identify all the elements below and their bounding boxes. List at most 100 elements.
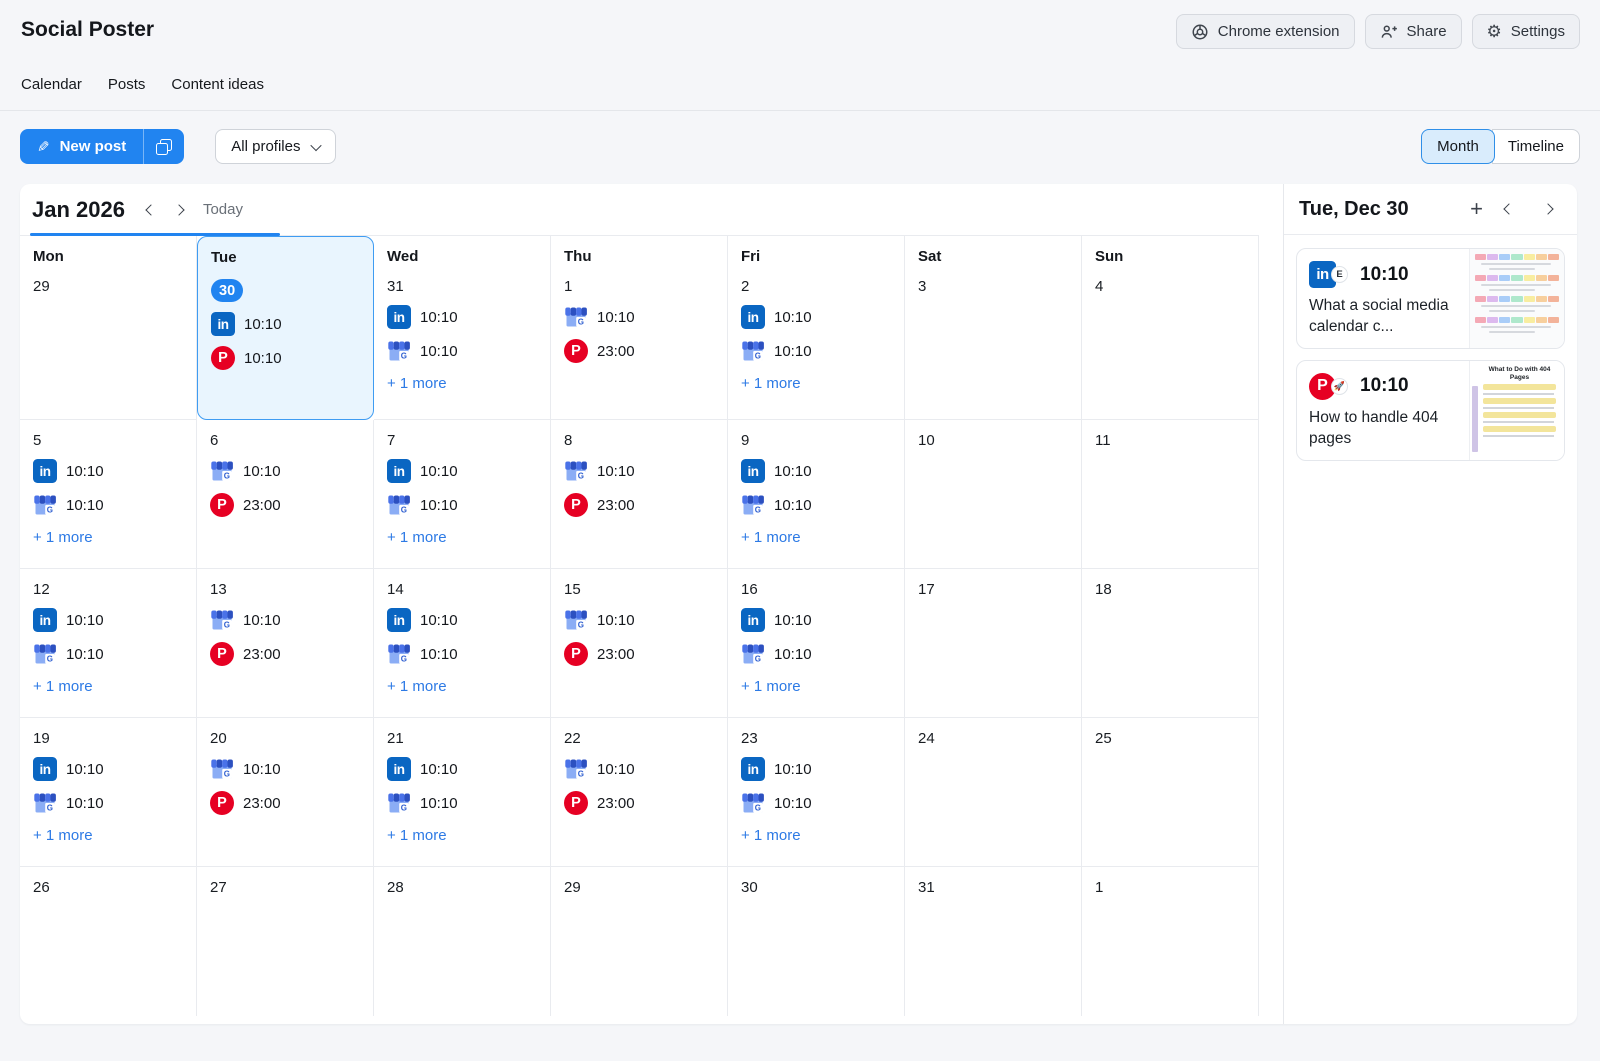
- day-cell-19[interactable]: 19in10:10G10:10+ 1 more: [20, 718, 197, 867]
- scheduled-event[interactable]: P10:10: [211, 346, 363, 370]
- scheduled-event[interactable]: in10:10: [741, 459, 894, 483]
- day-cell-31[interactable]: Wed31in10:10G10:10+ 1 more: [374, 236, 551, 420]
- more-events-link[interactable]: + 1 more: [741, 678, 894, 695]
- today-button[interactable]: Today: [203, 201, 243, 218]
- day-cell-30[interactable]: Tue30in10:10P10:10: [197, 236, 374, 420]
- day-cell-7[interactable]: 7in10:10G10:10+ 1 more: [374, 420, 551, 569]
- day-cell-1[interactable]: 1: [1082, 867, 1259, 1016]
- day-cell-26[interactable]: 26: [20, 867, 197, 1016]
- day-cell-21[interactable]: 21in10:10G10:10+ 1 more: [374, 718, 551, 867]
- prev-month-button[interactable]: [137, 196, 165, 224]
- tab-calendar[interactable]: Calendar: [21, 76, 82, 93]
- next-month-button[interactable]: [165, 196, 193, 224]
- scheduled-event[interactable]: G10:10: [741, 493, 894, 517]
- scheduled-event[interactable]: in10:10: [211, 312, 363, 336]
- scheduled-event[interactable]: G10:10: [33, 791, 186, 815]
- scheduled-event[interactable]: G10:10: [741, 791, 894, 815]
- scheduled-event[interactable]: G10:10: [33, 642, 186, 666]
- more-events-link[interactable]: + 1 more: [33, 529, 186, 546]
- scheduled-event[interactable]: in10:10: [387, 608, 540, 632]
- day-cell-18[interactable]: 18: [1082, 569, 1259, 718]
- scheduled-event[interactable]: G10:10: [387, 493, 540, 517]
- scheduled-event[interactable]: G10:10: [33, 493, 186, 517]
- scheduled-event[interactable]: G10:10: [210, 757, 363, 781]
- more-events-link[interactable]: + 1 more: [741, 529, 894, 546]
- scheduled-event[interactable]: G10:10: [564, 459, 717, 483]
- tab-posts[interactable]: Posts: [108, 76, 146, 93]
- day-cell-11[interactable]: 11: [1082, 420, 1259, 569]
- more-events-link[interactable]: + 1 more: [33, 678, 186, 695]
- scheduled-event[interactable]: in10:10: [33, 608, 186, 632]
- settings-button[interactable]: ⚙ Settings: [1472, 14, 1580, 49]
- prev-day-button[interactable]: [1496, 196, 1522, 222]
- scheduled-event[interactable]: in10:10: [387, 305, 540, 329]
- scheduled-event[interactable]: in10:10: [387, 459, 540, 483]
- day-cell-15[interactable]: 15G10:10P23:00: [551, 569, 728, 718]
- more-events-link[interactable]: + 1 more: [741, 375, 894, 392]
- day-cell-2[interactable]: Fri2in10:10G10:10+ 1 more: [728, 236, 905, 420]
- day-cell-28[interactable]: 28: [374, 867, 551, 1016]
- scheduled-event[interactable]: P23:00: [564, 642, 717, 666]
- day-cell-6[interactable]: 6G10:10P23:00: [197, 420, 374, 569]
- more-events-link[interactable]: + 1 more: [387, 678, 540, 695]
- scheduled-event[interactable]: P23:00: [564, 339, 717, 363]
- day-cell-22[interactable]: 22G10:10P23:00: [551, 718, 728, 867]
- scheduled-event[interactable]: G10:10: [210, 459, 363, 483]
- day-cell-12[interactable]: 12in10:10G10:10+ 1 more: [20, 569, 197, 718]
- scheduled-event[interactable]: in10:10: [33, 459, 186, 483]
- scheduled-event[interactable]: in10:10: [741, 757, 894, 781]
- day-cell-25[interactable]: 25: [1082, 718, 1259, 867]
- more-events-link[interactable]: + 1 more: [387, 827, 540, 844]
- day-cell-5[interactable]: 5in10:10G10:10+ 1 more: [20, 420, 197, 569]
- more-events-link[interactable]: + 1 more: [741, 827, 894, 844]
- scheduled-event[interactable]: in10:10: [741, 305, 894, 329]
- scheduled-event[interactable]: G10:10: [564, 608, 717, 632]
- bulk-post-button[interactable]: [144, 129, 184, 164]
- share-button[interactable]: Share: [1365, 14, 1462, 49]
- day-cell-29[interactable]: Mon29: [20, 236, 197, 420]
- view-month-button[interactable]: Month: [1421, 129, 1495, 164]
- scheduled-event[interactable]: in10:10: [33, 757, 186, 781]
- day-cell-13[interactable]: 13G10:10P23:00: [197, 569, 374, 718]
- scheduled-event[interactable]: G10:10: [564, 305, 717, 329]
- day-cell-10[interactable]: 10: [905, 420, 1082, 569]
- day-cell-8[interactable]: 8G10:10P23:00: [551, 420, 728, 569]
- more-events-link[interactable]: + 1 more: [387, 375, 540, 392]
- day-cell-23[interactable]: 23in10:10G10:10+ 1 more: [728, 718, 905, 867]
- profiles-dropdown[interactable]: All profiles: [215, 129, 336, 164]
- view-timeline-button[interactable]: Timeline: [1492, 129, 1580, 164]
- scheduled-event[interactable]: G10:10: [387, 339, 540, 363]
- more-events-link[interactable]: + 1 more: [387, 529, 540, 546]
- scheduled-event[interactable]: in10:10: [741, 608, 894, 632]
- day-cell-24[interactable]: 24: [905, 718, 1082, 867]
- scheduled-event[interactable]: P23:00: [564, 493, 717, 517]
- scheduled-event[interactable]: G10:10: [741, 642, 894, 666]
- scheduled-event[interactable]: G10:10: [387, 791, 540, 815]
- scheduled-event[interactable]: G10:10: [741, 339, 894, 363]
- scheduled-event[interactable]: P23:00: [564, 791, 717, 815]
- scheduled-event[interactable]: P23:00: [210, 493, 363, 517]
- scheduled-post-card[interactable]: P🚀10:10How to handle 404 pagesWhat to Do…: [1296, 360, 1565, 461]
- scheduled-event[interactable]: G10:10: [387, 642, 540, 666]
- new-post-button[interactable]: ✎ New post: [20, 129, 144, 164]
- more-events-link[interactable]: + 1 more: [33, 827, 186, 844]
- day-cell-1[interactable]: Thu1G10:10P23:00: [551, 236, 728, 420]
- day-cell-9[interactable]: 9in10:10G10:10+ 1 more: [728, 420, 905, 569]
- scheduled-event[interactable]: P23:00: [210, 791, 363, 815]
- scheduled-event[interactable]: P23:00: [210, 642, 363, 666]
- add-post-button[interactable]: +: [1470, 198, 1483, 220]
- day-cell-31[interactable]: 31: [905, 867, 1082, 1016]
- chrome-extension-button[interactable]: Chrome extension: [1176, 14, 1355, 49]
- scheduled-post-card[interactable]: inE10:10What a social media calendar c..…: [1296, 248, 1565, 349]
- next-day-button[interactable]: [1535, 196, 1561, 222]
- day-cell-3[interactable]: Sat3: [905, 236, 1082, 420]
- day-cell-20[interactable]: 20G10:10P23:00: [197, 718, 374, 867]
- day-cell-16[interactable]: 16in10:10G10:10+ 1 more: [728, 569, 905, 718]
- scheduled-event[interactable]: G10:10: [564, 757, 717, 781]
- day-cell-29[interactable]: 29: [551, 867, 728, 1016]
- scheduled-event[interactable]: G10:10: [210, 608, 363, 632]
- day-cell-27[interactable]: 27: [197, 867, 374, 1016]
- scheduled-event[interactable]: in10:10: [387, 757, 540, 781]
- day-cell-14[interactable]: 14in10:10G10:10+ 1 more: [374, 569, 551, 718]
- tab-content-ideas[interactable]: Content ideas: [171, 76, 264, 93]
